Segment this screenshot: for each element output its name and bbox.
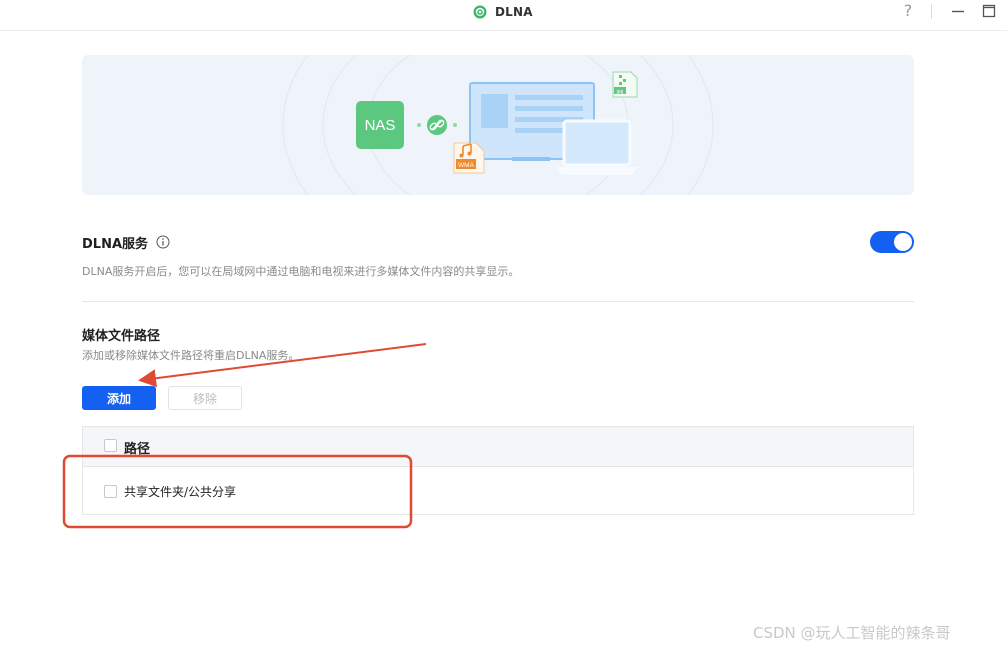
title-bar: DLNA ? (0, 0, 1007, 31)
window-title: DLNA (495, 5, 533, 19)
dlna-service-title: DLNA服务 (82, 236, 149, 252)
image-file-badge: jpg (616, 89, 624, 95)
toggle-knob (894, 233, 912, 251)
help-icon[interactable]: ? (900, 2, 916, 20)
nas-label: NAS (365, 117, 396, 134)
dlna-service-heading: DLNA服务 (82, 233, 170, 252)
music-file-badge: WMA (458, 162, 475, 169)
column-header-path: 路径 (124, 442, 151, 457)
media-path-table: 路径 共享文件夹/公共分享 (82, 426, 914, 515)
laptop-icon (556, 119, 638, 175)
dlna-service-description: DLNA服务开启后，您可以在局域网中通过电脑和电视来进行多媒体文件内容的共享显示… (82, 265, 520, 278)
media-path-title: 媒体文件路径 (82, 329, 161, 344)
dlna-service-toggle[interactable] (870, 231, 914, 253)
titlebar-divider (931, 4, 932, 19)
media-path-description: 添加或移除媒体文件路径将重启DLNA服务。 (82, 349, 300, 362)
remove-path-button[interactable]: 移除 (168, 386, 242, 410)
dlna-banner-illustration: NAS WMA jpg (82, 55, 914, 195)
table-row[interactable]: 共享文件夹/公共分享 (83, 468, 913, 514)
window-title-group: DLNA (473, 3, 533, 21)
maximize-icon[interactable] (981, 3, 997, 19)
nas-device-icon: NAS (356, 101, 404, 149)
row-checkbox[interactable] (104, 485, 117, 498)
dlna-app-icon (473, 5, 487, 19)
banner-art: NAS WMA jpg (282, 55, 714, 195)
link-icon (427, 115, 447, 135)
table-header: 路径 (83, 427, 913, 467)
select-all-checkbox[interactable] (104, 439, 117, 452)
section-divider (82, 301, 914, 302)
image-file-icon: jpg (612, 71, 638, 98)
music-file-icon: WMA (453, 142, 485, 174)
info-icon[interactable] (156, 235, 170, 249)
minimize-icon[interactable] (950, 3, 966, 19)
add-path-button[interactable]: 添加 (82, 386, 156, 410)
watermark: CSDN @玩人工智能的辣条哥 (753, 624, 951, 642)
path-cell: 共享文件夹/公共分享 (124, 485, 237, 499)
